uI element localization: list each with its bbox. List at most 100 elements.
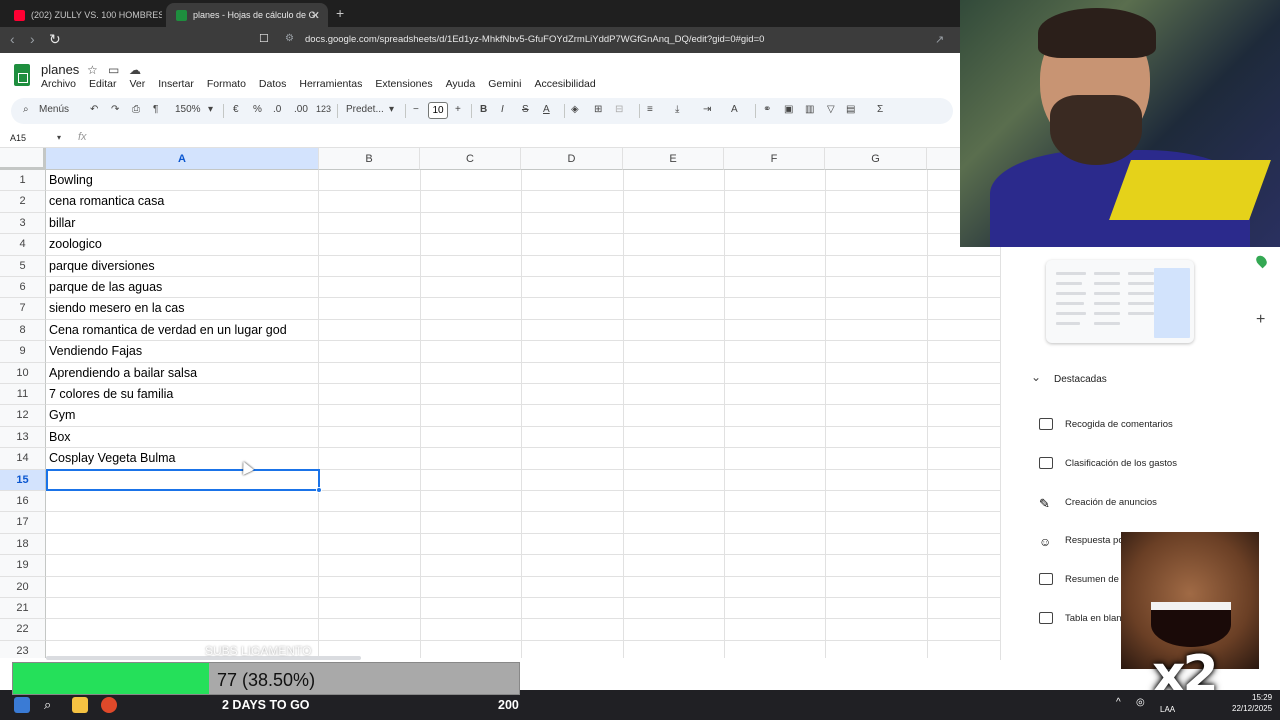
- row-header[interactable]: 23: [0, 640, 46, 658]
- add-addon-icon[interactable]: +: [1256, 311, 1265, 329]
- insert-chart-icon[interactable]: ▥: [805, 104, 814, 115]
- filter-icon[interactable]: ▽: [827, 104, 835, 115]
- print-icon[interactable]: ⎙: [132, 104, 140, 115]
- text-wrap-icon[interactable]: ⇥: [703, 104, 711, 115]
- tray-network-icon[interactable]: ◎: [1136, 697, 1152, 713]
- horizontal-align-icon[interactable]: ≡: [647, 104, 653, 115]
- currency-format[interactable]: €: [233, 104, 239, 115]
- site-info-icon[interactable]: ⚙: [285, 33, 294, 44]
- language-indicator[interactable]: LAA: [1160, 705, 1175, 714]
- row-header[interactable]: 21: [0, 598, 46, 620]
- paint-format-icon[interactable]: ¶: [153, 104, 158, 115]
- cell-a7[interactable]: siendo mesero en la cas: [46, 298, 319, 320]
- font-select[interactable]: Predet...: [346, 104, 384, 115]
- cell-a21[interactable]: [46, 598, 319, 620]
- text-color-icon[interactable]: A: [543, 104, 550, 115]
- name-box[interactable]: A15: [10, 133, 26, 143]
- address-bar[interactable]: ☐ ⚙ docs.google.com/spreadsheets/d/1Ed1y…: [255, 29, 960, 51]
- row-header[interactable]: 14: [0, 448, 46, 470]
- column-header-c[interactable]: C: [420, 148, 521, 170]
- font-size-increase[interactable]: +: [455, 104, 461, 115]
- cell-a6[interactable]: parque de las aguas: [46, 277, 319, 299]
- vertical-align-icon[interactable]: ⤓: [675, 104, 679, 115]
- row-header[interactable]: 20: [0, 576, 46, 598]
- cell-a10[interactable]: Aprendiendo a bailar salsa: [46, 362, 319, 384]
- tray-chevron-icon[interactable]: ^: [1116, 697, 1132, 713]
- cell-a5[interactable]: parque diversiones: [46, 255, 319, 277]
- row-header[interactable]: 22: [0, 619, 46, 641]
- text-rotation-icon[interactable]: A: [731, 104, 738, 115]
- font-size-input[interactable]: 10: [428, 102, 448, 119]
- cell-a3[interactable]: billar: [46, 212, 319, 235]
- reload-icon[interactable]: ↻: [49, 31, 61, 48]
- row-header[interactable]: 8: [0, 319, 46, 342]
- menu-herramientas[interactable]: Herramientas: [299, 78, 362, 90]
- spreadsheet-grid[interactable]: A B C D E F G 1 Bowling 2 cena romantica ca…: [0, 148, 1000, 658]
- select-all-corner[interactable]: [0, 148, 46, 170]
- row-header[interactable]: 19: [0, 555, 46, 577]
- name-box-caret-icon[interactable]: ▾: [57, 133, 61, 142]
- insert-comment-icon[interactable]: ▣: [784, 104, 793, 115]
- row-header[interactable]: 4: [0, 234, 46, 256]
- menu-insertar[interactable]: Insertar: [158, 78, 194, 90]
- row-header[interactable]: 2: [0, 191, 46, 213]
- menu-search-label[interactable]: Menús: [39, 104, 69, 115]
- tab-sheets[interactable]: planes - Hojas de cálculo de Goo ✕: [166, 3, 328, 27]
- file-explorer-icon[interactable]: [72, 697, 88, 713]
- row-header[interactable]: 18: [0, 533, 46, 556]
- cell-a12[interactable]: Gym: [46, 405, 319, 427]
- cell-a1[interactable]: Bowling: [46, 170, 319, 192]
- fill-color-icon[interactable]: ◈: [571, 104, 579, 115]
- zoom-select[interactable]: 150%: [175, 104, 201, 115]
- star-icon[interactable]: ☆: [87, 63, 98, 77]
- taskbar-search-icon[interactable]: ⌕: [44, 697, 60, 713]
- bookmark-icon[interactable]: ☐: [259, 32, 269, 45]
- row-header[interactable]: 12: [0, 405, 46, 427]
- cell-a2[interactable]: cena romantica casa: [46, 191, 319, 213]
- menu-gemini[interactable]: Gemini: [488, 78, 521, 90]
- merge-cells-icon[interactable]: ⊟: [615, 104, 623, 115]
- increase-decimals[interactable]: .00: [294, 104, 308, 115]
- row-header[interactable]: 7: [0, 298, 46, 320]
- cell-a8[interactable]: Cena romantica de verdad en un lugar god: [46, 319, 319, 342]
- menu-formato[interactable]: Formato: [207, 78, 246, 90]
- sheets-logo-icon[interactable]: [14, 64, 30, 86]
- percent-format[interactable]: %: [253, 104, 262, 115]
- row-header[interactable]: 15: [0, 469, 46, 491]
- strikethrough-icon[interactable]: S: [522, 104, 529, 115]
- borders-icon[interactable]: ⊞: [594, 104, 602, 115]
- template-clasificacion-gastos[interactable]: Clasificación de los gastos: [1065, 458, 1177, 469]
- menu-archivo[interactable]: Archivo: [41, 78, 76, 90]
- row-header[interactable]: 5: [0, 255, 46, 277]
- cloud-status-icon[interactable]: ☁: [129, 63, 141, 77]
- menu-ayuda[interactable]: Ayuda: [446, 78, 476, 90]
- italic-icon[interactable]: I: [501, 104, 504, 115]
- row-header[interactable]: 6: [0, 277, 46, 299]
- zoom-caret-icon[interactable]: ▾: [208, 104, 213, 115]
- move-folder-icon[interactable]: ▭: [108, 63, 119, 77]
- row-header[interactable]: 17: [0, 512, 46, 534]
- cell-a22[interactable]: [46, 619, 319, 641]
- functions-icon[interactable]: Σ: [877, 104, 883, 115]
- cell-a17[interactable]: [46, 512, 319, 534]
- column-header-a[interactable]: A: [46, 148, 319, 170]
- filter-views-icon[interactable]: ▤: [846, 104, 855, 115]
- forward-icon[interactable]: ›: [30, 31, 35, 47]
- column-header-f[interactable]: F: [724, 148, 825, 170]
- column-header-g[interactable]: G: [825, 148, 927, 170]
- cell-a4[interactable]: zoologico: [46, 234, 319, 256]
- cell-a14[interactable]: Cosplay Vegeta Bulma: [46, 448, 319, 470]
- template-preview-card[interactable]: [1046, 260, 1194, 343]
- horizontal-scrollbar[interactable]: [46, 656, 361, 660]
- fill-handle[interactable]: [316, 486, 322, 493]
- bold-icon[interactable]: B: [480, 104, 487, 115]
- column-header-b[interactable]: B: [319, 148, 420, 170]
- font-size-decrease[interactable]: −: [413, 104, 419, 115]
- menu-accesibilidad[interactable]: Accesibilidad: [534, 78, 595, 90]
- cell-a11[interactable]: 7 colores de su familia: [46, 384, 319, 406]
- cell-a20[interactable]: [46, 576, 319, 598]
- insert-link-icon[interactable]: ⚭: [763, 104, 771, 115]
- template-creacion-anuncios[interactable]: Creación de anuncios: [1065, 497, 1157, 508]
- row-header[interactable]: 11: [0, 384, 46, 406]
- template-recogida-comentarios[interactable]: Recogida de comentarios: [1065, 419, 1173, 430]
